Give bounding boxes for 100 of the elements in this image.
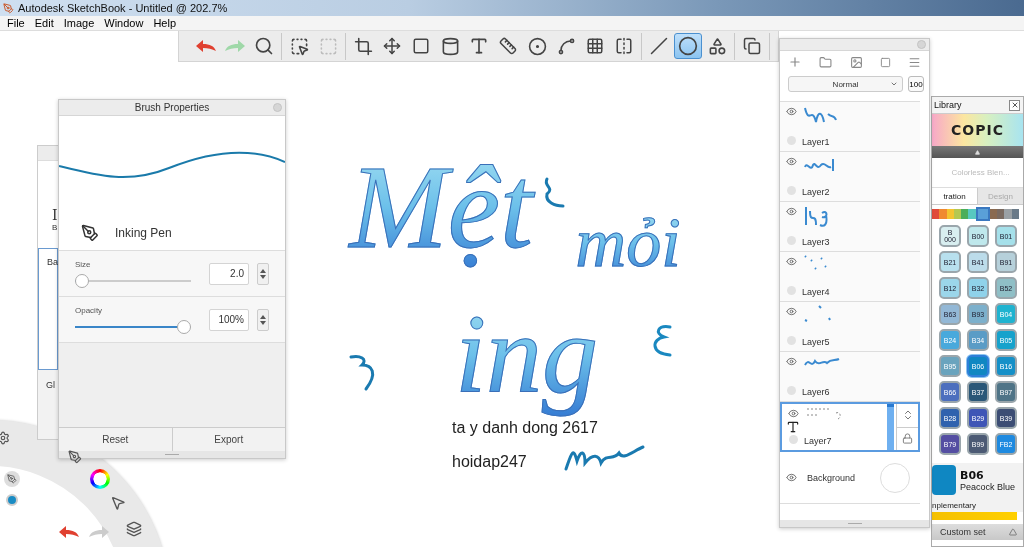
canvas-text: hoidap247 bbox=[452, 453, 527, 471]
menu-icon[interactable] bbox=[908, 55, 921, 69]
value-field[interactable]: 100% bbox=[209, 308, 249, 331]
undo-icon[interactable] bbox=[58, 525, 80, 539]
value-field[interactable]: 2.0 bbox=[209, 262, 249, 285]
pen-icon[interactable] bbox=[68, 450, 82, 464]
layer-row[interactable]: Layer6 bbox=[780, 352, 920, 402]
layer-thumbnail bbox=[804, 255, 827, 270]
ruler-icon bbox=[499, 37, 517, 55]
layer-dot-icon[interactable] bbox=[786, 186, 796, 195]
caret-icon bbox=[890, 80, 898, 88]
background-color-swatch[interactable] bbox=[880, 462, 910, 493]
layer-thumbnail bbox=[804, 305, 831, 322]
layer-dot-icon[interactable] bbox=[786, 286, 796, 295]
stepper-button[interactable] bbox=[257, 262, 269, 285]
color-code: B06 bbox=[960, 468, 985, 482]
layer-dot-icon[interactable] bbox=[788, 435, 798, 444]
layer-name: Layer7 bbox=[804, 436, 833, 446]
layer-row[interactable]: Layer1 bbox=[780, 102, 920, 152]
panel-text: I bbox=[51, 207, 58, 223]
layer-dot-icon[interactable] bbox=[786, 236, 796, 245]
crop-icon bbox=[353, 36, 373, 56]
image-icon[interactable] bbox=[849, 55, 863, 69]
bucket-icon bbox=[440, 36, 460, 56]
logo-text: COPIC bbox=[951, 122, 1004, 138]
panel-title: Library bbox=[934, 100, 963, 110]
panel-title-bar bbox=[38, 146, 58, 161]
tool-button[interactable] bbox=[674, 33, 702, 59]
layer-name: Layer2 bbox=[802, 187, 831, 197]
move-icon bbox=[383, 37, 401, 55]
eye-icon[interactable] bbox=[785, 356, 797, 367]
stepper-arrows-icon bbox=[260, 267, 266, 280]
pointer-icon[interactable] bbox=[110, 495, 126, 511]
square-icon[interactable] bbox=[879, 56, 891, 68]
close-button[interactable] bbox=[1009, 99, 1020, 111]
complementary-label: nplementary bbox=[932, 497, 1023, 512]
selection-icon bbox=[289, 36, 309, 56]
text-icon bbox=[469, 36, 489, 56]
pen-nib-icon bbox=[81, 224, 99, 242]
stepper-arrows-icon bbox=[260, 313, 266, 326]
symmetry-icon bbox=[615, 37, 633, 55]
folder-icon[interactable] bbox=[819, 55, 833, 69]
menu-item[interactable]: File bbox=[2, 17, 30, 29]
shapes-icon bbox=[707, 36, 727, 56]
layer-name: Layer5 bbox=[802, 337, 831, 347]
layer-row[interactable]: Layer2 bbox=[780, 152, 920, 202]
text-icon bbox=[786, 420, 800, 434]
eye-icon[interactable] bbox=[785, 206, 797, 217]
eye-icon[interactable] bbox=[786, 472, 797, 483]
eye-icon[interactable] bbox=[785, 106, 797, 117]
panel-title: Brush Properties bbox=[134, 102, 210, 113]
window-title: Autodesk SketchBook - Untitled @ 202.7% bbox=[18, 2, 228, 14]
slider-thumb[interactable] bbox=[177, 319, 191, 334]
layer-name: Layer3 bbox=[802, 237, 831, 247]
layer-row[interactable]: Layer4 bbox=[780, 252, 920, 302]
opacity-bar[interactable] bbox=[887, 404, 894, 450]
square-icon bbox=[412, 37, 430, 55]
layer-thumbnail bbox=[804, 355, 840, 368]
slider-label: Opacity bbox=[75, 305, 104, 315]
copy-icon bbox=[743, 37, 761, 55]
custom-set-bar[interactable]: Custom set bbox=[932, 524, 1023, 540]
grip-handle[interactable] bbox=[847, 523, 862, 524]
layer-row[interactable]: Layer5 bbox=[780, 302, 920, 352]
undo-icon bbox=[195, 39, 217, 53]
eye-icon[interactable] bbox=[785, 156, 797, 167]
drawing-canvas[interactable] bbox=[0, 31, 1024, 547]
layer-row[interactable]: Layer7 bbox=[780, 402, 920, 452]
redo-icon bbox=[224, 39, 246, 53]
menu-item[interactable]: Window bbox=[99, 17, 149, 29]
layer-row[interactable]: Layer3 bbox=[780, 202, 920, 252]
menu-item[interactable]: Edit bbox=[29, 17, 59, 29]
settings-icon[interactable] bbox=[0, 431, 10, 445]
opacity-field[interactable]: 100 bbox=[908, 76, 924, 92]
grip-handle[interactable] bbox=[165, 454, 179, 455]
blend-mode-dropdown[interactable]: Normal bbox=[788, 76, 903, 92]
hue-chip[interactable] bbox=[997, 209, 1005, 219]
layer-dot-icon[interactable] bbox=[786, 136, 796, 145]
layer-dot-icon[interactable] bbox=[786, 336, 796, 345]
search-icon bbox=[254, 36, 274, 56]
menu-item[interactable]: Help bbox=[148, 17, 182, 29]
ellipse-icon bbox=[678, 36, 698, 56]
custom-set-label: Custom set bbox=[940, 527, 986, 537]
add-icon[interactable] bbox=[788, 55, 802, 69]
eye-icon[interactable] bbox=[785, 306, 797, 317]
eye-icon[interactable] bbox=[787, 408, 799, 419]
lock-icon bbox=[902, 433, 913, 445]
hue-chip[interactable] bbox=[975, 207, 990, 221]
slider-thumb[interactable] bbox=[75, 273, 89, 288]
menu-item[interactable]: Image bbox=[58, 17, 100, 29]
layers-icon[interactable] bbox=[126, 521, 142, 537]
ellipse-guide-icon bbox=[527, 36, 547, 56]
footer-button[interactable]: Reset bbox=[59, 428, 172, 451]
layer-dot-icon[interactable] bbox=[786, 386, 796, 395]
panel-text: B bbox=[51, 223, 58, 232]
color-name: Peacock Blue bbox=[960, 481, 1016, 492]
layer-thumbnail bbox=[804, 205, 828, 227]
eye-icon[interactable] bbox=[785, 256, 797, 267]
stepper-button[interactable] bbox=[257, 308, 269, 331]
line-icon bbox=[650, 37, 668, 55]
triangle-icon bbox=[1009, 528, 1017, 536]
